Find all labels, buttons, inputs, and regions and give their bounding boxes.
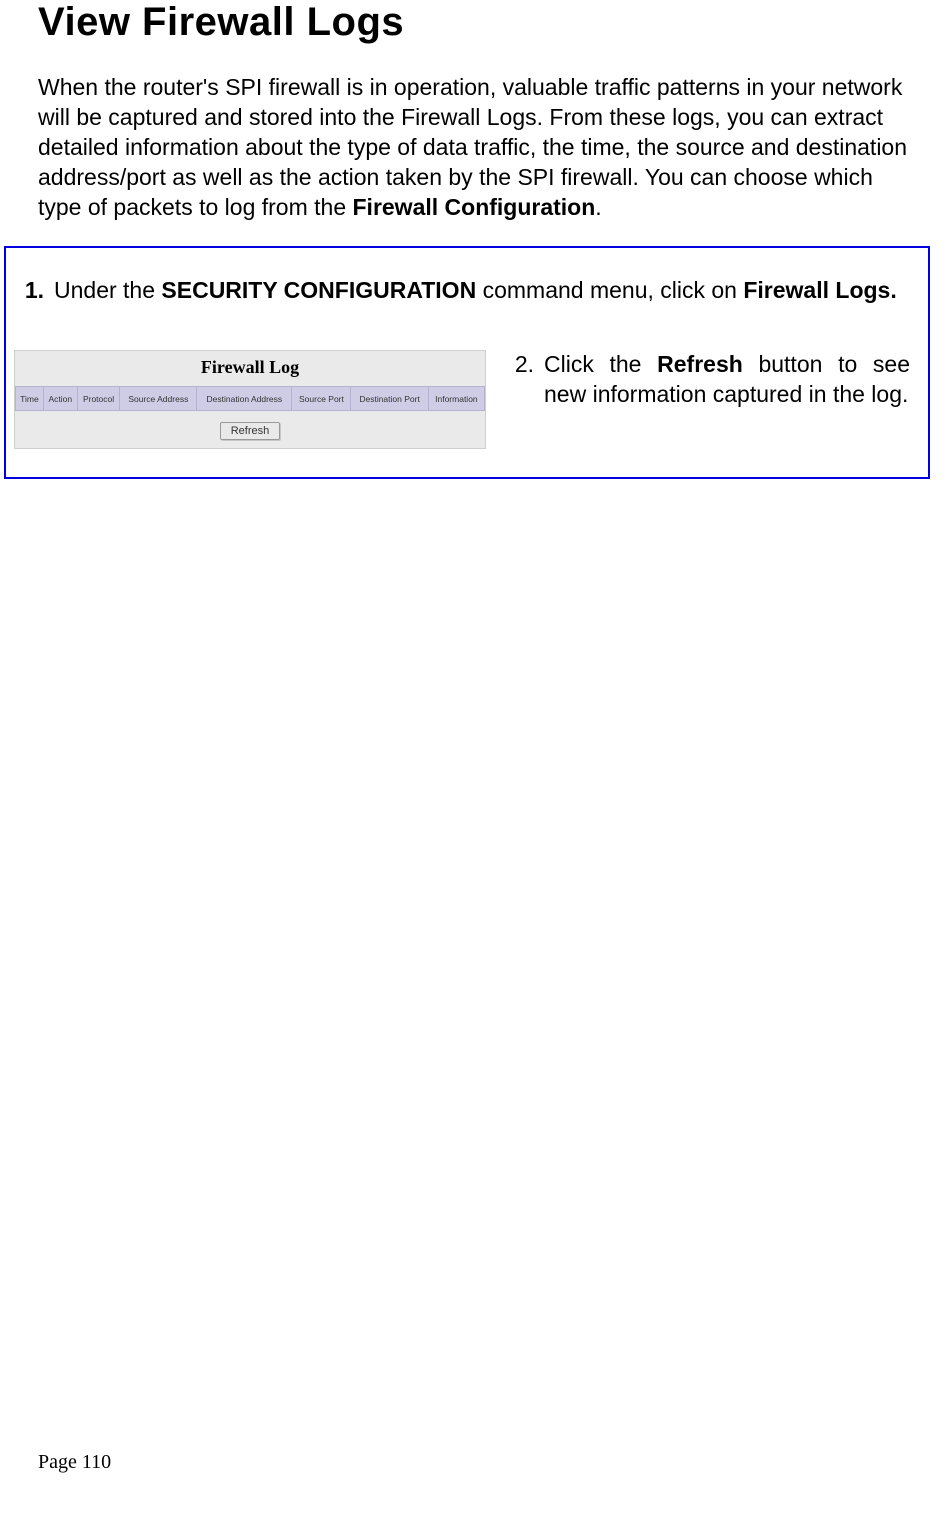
step1-b1: SECURITY CONFIGURATION <box>161 277 476 303</box>
col-destination-port: Destination Port <box>351 387 428 411</box>
firewall-log-panel: Firewall Log Time Action Protocol Source… <box>14 350 486 449</box>
step-1: 1. Under the SECURITY CONFIGURATION comm… <box>12 276 910 306</box>
col-action: Action <box>43 387 77 411</box>
step-2: 2. Click the Refresh button to see new i… <box>508 350 910 410</box>
col-source-port: Source Port <box>292 387 351 411</box>
step-2-number: 2. <box>508 350 544 410</box>
firewall-log-table: Time Action Protocol Source Address Dest… <box>15 386 485 411</box>
col-protocol: Protocol <box>77 387 120 411</box>
col-source-address: Source Address <box>120 387 197 411</box>
table-header-row: Time Action Protocol Source Address Dest… <box>16 387 485 411</box>
step1-b2: Firewall Logs. <box>743 277 896 303</box>
step2-b1: Refresh <box>657 351 743 377</box>
page-number: Page 110 <box>38 1451 111 1474</box>
step1-t1: Under the <box>54 277 161 303</box>
page-title: View Firewall Logs <box>38 0 908 45</box>
step2-t1: Click the <box>544 351 657 377</box>
col-time: Time <box>16 387 44 411</box>
instruction-box: 1. Under the SECURITY CONFIGURATION comm… <box>4 246 930 479</box>
refresh-row: Refresh <box>15 411 485 448</box>
intro-text-after: . <box>595 194 601 220</box>
intro-paragraph: When the router's SPI firewall is in ope… <box>38 73 908 222</box>
row-2: Firewall Log Time Action Protocol Source… <box>12 350 910 449</box>
col-information: Information <box>428 387 484 411</box>
intro-bold: Firewall Configuration <box>353 194 596 220</box>
col-destination-address: Destination Address <box>197 387 292 411</box>
panel-header: Firewall Log <box>15 351 485 386</box>
refresh-button[interactable]: Refresh <box>220 422 281 440</box>
step1-t2: command menu, click on <box>476 277 743 303</box>
step-1-text: Under the SECURITY CONFIGURATION command… <box>54 276 910 306</box>
step-1-number: 1. <box>12 276 54 306</box>
step-2-text: Click the Refresh button to see new info… <box>544 350 910 410</box>
